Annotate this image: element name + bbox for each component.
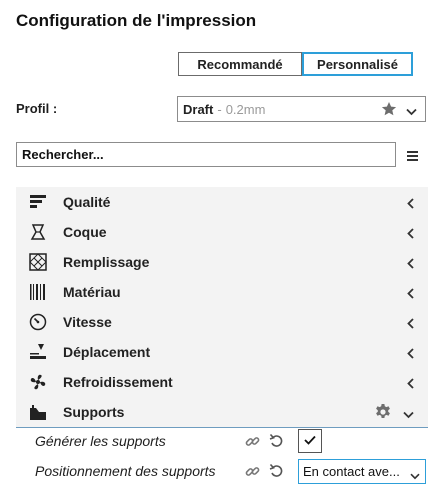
- profile-layer-height: 0.2mm: [225, 101, 266, 117]
- chevron-left-icon: [407, 256, 414, 274]
- category-label: Refroidissement: [63, 374, 173, 390]
- setting-label: Générer les supports: [35, 433, 166, 449]
- chevron-down-icon: [410, 468, 420, 483]
- category-label: Coque: [63, 224, 107, 240]
- reset-icon[interactable]: [269, 433, 284, 453]
- category-shell[interactable]: Coque: [16, 217, 428, 247]
- profile-label: Profil :: [16, 101, 58, 116]
- custom-mode-button[interactable]: Personnalisé: [302, 52, 413, 76]
- recommended-mode-button[interactable]: Recommandé: [178, 52, 302, 76]
- cooling-icon: [29, 373, 47, 391]
- reset-icon[interactable]: [269, 463, 284, 483]
- category-label: Supports: [63, 404, 125, 420]
- category-label: Qualité: [63, 194, 111, 210]
- category-quality[interactable]: Qualité: [16, 187, 428, 217]
- category-speed[interactable]: Vitesse: [16, 307, 428, 337]
- shell-icon: [29, 223, 47, 241]
- category-label: Vitesse: [63, 314, 112, 330]
- chevron-left-icon: [407, 376, 414, 394]
- chevron-left-icon: [407, 286, 414, 304]
- dropdown-value: En contact ave...: [303, 464, 400, 479]
- category-label: Remplissage: [63, 254, 150, 270]
- quality-icon: [29, 193, 47, 211]
- speed-icon: [29, 313, 47, 331]
- category-travel[interactable]: Déplacement: [16, 337, 428, 367]
- category-support[interactable]: Supports: [16, 397, 428, 427]
- link-icon[interactable]: [245, 464, 260, 484]
- generate-supports-checkbox[interactable]: [298, 429, 322, 453]
- chevron-down-icon: [403, 406, 414, 424]
- profile-separator: -: [217, 101, 222, 117]
- category-label: Déplacement: [63, 344, 151, 360]
- support-icon: [29, 403, 47, 421]
- material-icon: [29, 283, 47, 301]
- category-label: Matériau: [63, 284, 121, 300]
- support-placement-dropdown[interactable]: En contact ave...: [298, 459, 426, 484]
- category-cooling[interactable]: Refroidissement: [16, 367, 428, 397]
- search-input[interactable]: Rechercher...: [16, 142, 396, 167]
- travel-icon: [29, 343, 47, 361]
- chevron-left-icon: [407, 226, 414, 244]
- infill-icon: [29, 253, 47, 271]
- gear-icon[interactable]: [374, 403, 392, 426]
- star-icon[interactable]: [381, 101, 397, 120]
- chevron-left-icon: [407, 196, 414, 214]
- chevron-left-icon: [407, 316, 414, 334]
- profile-name: Draft: [183, 101, 214, 117]
- setting-row-generate-supports: Générer les supports: [16, 427, 428, 455]
- chevron-down-icon: [406, 104, 417, 119]
- category-infill[interactable]: Remplissage: [16, 247, 428, 277]
- menu-icon[interactable]: [407, 148, 418, 166]
- setting-row-support-placement: Positionnement des supports En contact a…: [16, 457, 428, 485]
- setting-label: Positionnement des supports: [35, 463, 216, 479]
- checkmark-icon: [304, 432, 316, 450]
- category-material[interactable]: Matériau: [16, 277, 428, 307]
- chevron-left-icon: [407, 346, 414, 364]
- category-list: Qualité Coque Remplissage Matériau Vites…: [16, 187, 428, 427]
- panel-title: Configuration de l'impression: [16, 11, 257, 30]
- link-icon[interactable]: [245, 434, 260, 454]
- profile-select[interactable]: Draft - 0.2mm: [177, 96, 426, 122]
